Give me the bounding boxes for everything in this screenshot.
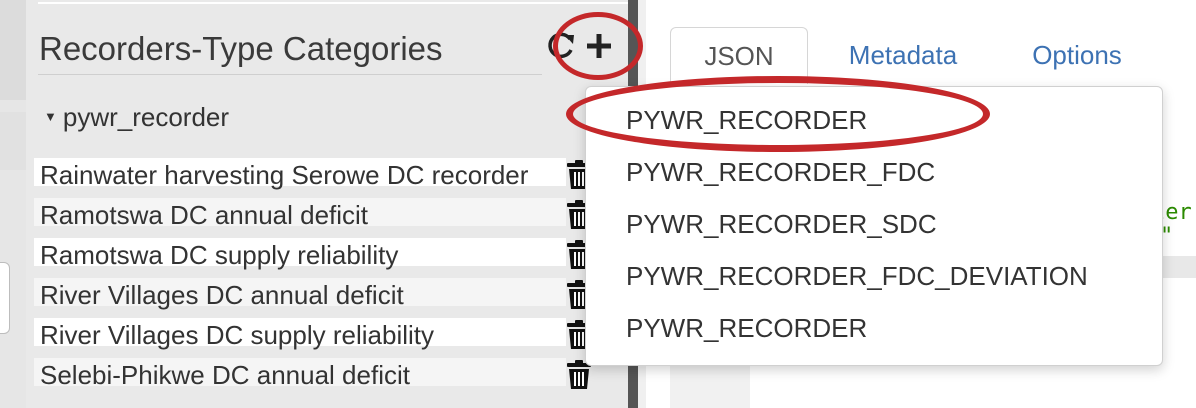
tab-options[interactable]: Options — [1012, 27, 1142, 83]
left-strip-block — [0, 0, 26, 100]
caret-down-icon: ▼ — [44, 108, 57, 124]
dropdown-item-pywr-recorder-fdc-deviation[interactable]: PYWR_RECORDER_FDC_DEVIATION — [626, 261, 1088, 292]
recorder-categories-panel: Recorders-Type Categories ▼ pywr_recorder… — [26, 0, 628, 408]
dropdown-item-pywr-recorder-sdc[interactable]: PYWR_RECORDER_SDC — [626, 209, 937, 240]
group-toggle-pywr-recorder[interactable]: ▼ pywr_recorder — [44, 102, 229, 133]
list-item-label: River Villages DC supply reliability — [40, 320, 434, 350]
dropdown-item-pywr-recorder[interactable]: PYWR_RECORDER — [626, 105, 867, 136]
dropdown-item-pywr-recorder-2[interactable]: PYWR_RECORDER — [626, 313, 867, 344]
left-sidebar-strip — [0, 0, 26, 408]
panel-divider — [38, 2, 628, 4]
add-category-button[interactable] — [582, 26, 616, 66]
list-item[interactable]: Ramotswa DC supply reliability — [34, 234, 628, 274]
list-item-label: Ramotswa DC annual deficit — [40, 200, 369, 230]
tab-metadata[interactable]: Metadata — [836, 27, 970, 83]
list-item[interactable]: River Villages DC annual deficit — [34, 274, 628, 314]
group-label: pywr_recorder — [62, 102, 230, 132]
list-item-label: Ramotswa DC supply reliability — [40, 240, 399, 270]
dropdown-item-pywr-recorder-fdc[interactable]: PYWR_RECORDER_FDC — [626, 157, 935, 188]
list-item[interactable]: Rainwater harvesting Serowe DC recorder — [34, 154, 628, 194]
list-item-label: Rainwater harvesting Serowe DC recorder — [40, 160, 529, 190]
list-item-label: River Villages DC annual deficit — [40, 280, 404, 310]
recorder-type-dropdown: PYWR_RECORDER PYWR_RECORDER_FDC PYWR_REC… — [585, 86, 1163, 366]
panel-title: Recorders-Type Categories — [39, 30, 443, 67]
refresh-icon — [548, 32, 574, 59]
list-item[interactable]: River Villages DC supply reliability — [34, 314, 628, 354]
recorder-list: Rainwater harvesting Serowe DC recorder … — [34, 154, 628, 394]
title-divider — [38, 74, 542, 75]
left-strip-control[interactable] — [0, 262, 10, 334]
refresh-button[interactable] — [544, 26, 578, 66]
list-item-label: Selebi-Phikwe DC annual deficit — [40, 360, 410, 390]
list-item[interactable]: Ramotswa DC annual deficit — [34, 194, 628, 234]
plus-icon — [587, 34, 611, 58]
list-item[interactable]: Selebi-Phikwe DC annual deficit — [34, 354, 628, 394]
left-strip-block — [0, 112, 26, 170]
tab-json[interactable]: JSON — [670, 27, 808, 84]
